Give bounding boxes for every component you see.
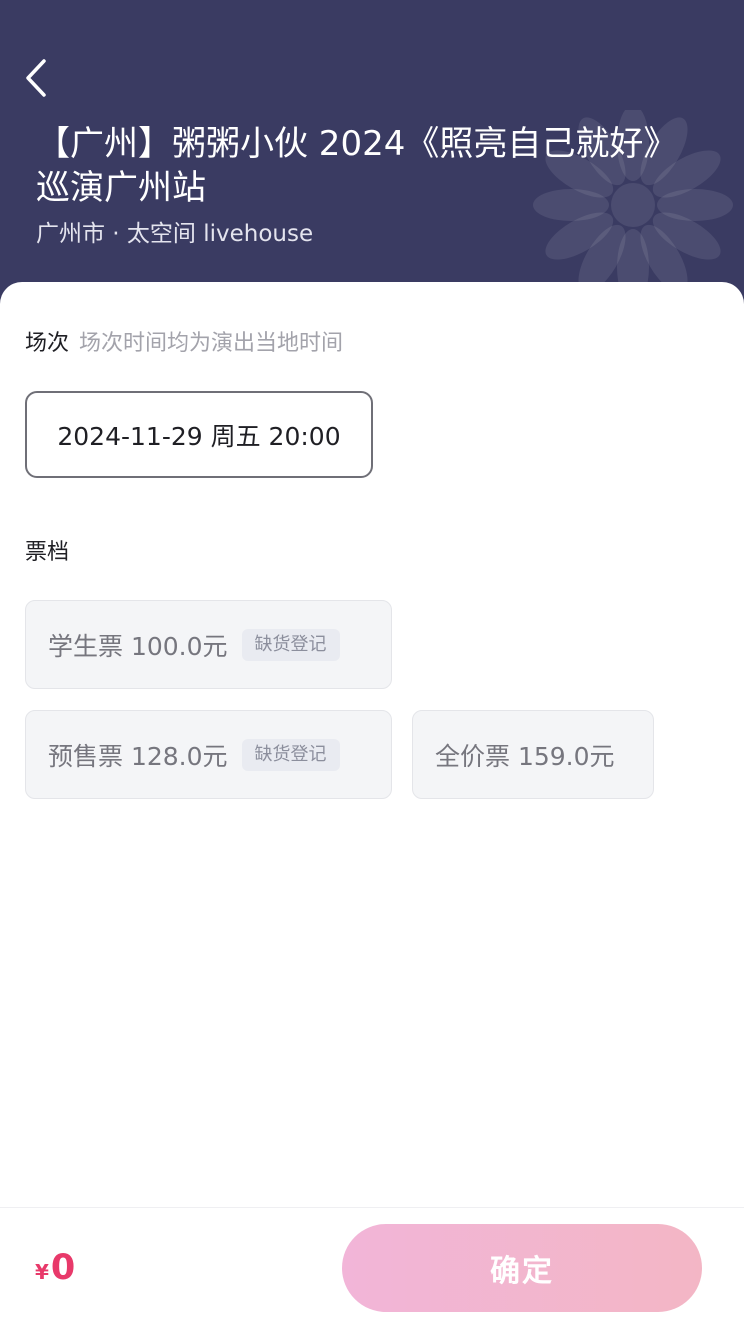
ticket-option-student[interactable]: 学生票 100.0元 缺货登记 [25, 600, 392, 689]
ticket-label: 预售票 128.0元 [48, 741, 228, 771]
session-hint: 场次时间均为演出当地时间 [79, 331, 344, 356]
ticket-label: 学生票 100.0元 [48, 631, 228, 661]
total-amount: 0 [50, 1248, 76, 1288]
waitlist-badge: 缺货登记 [241, 738, 340, 771]
event-header: 【广州】粥粥小伙 2024《照亮自己就好》巡演广州站 广州市 · 太空间 liv… [0, 0, 744, 320]
event-title: 【广州】粥粥小伙 2024《照亮自己就好》巡演广州站 [36, 124, 661, 208]
event-location: 广州市 · 太空间 livehouse [36, 221, 314, 247]
tier-section-header: 票档 [25, 538, 69, 568]
back-button[interactable] [14, 52, 58, 104]
session-title: 场次 [25, 331, 70, 356]
ticket-option-full-price[interactable]: 全价票 159.0元 [412, 710, 654, 799]
chevron-left-icon [26, 59, 46, 97]
session-section-header: 场次 场次时间均为演出当地时间 [25, 329, 343, 359]
confirm-button[interactable]: 确定 [342, 1224, 702, 1312]
ticket-option-presale[interactable]: 预售票 128.0元 缺货登记 [25, 710, 392, 799]
total-price: ¥ 0 [35, 1248, 75, 1288]
checkout-bar: ¥ 0 确定 [0, 1207, 744, 1327]
currency-symbol: ¥ [35, 1260, 49, 1284]
waitlist-badge: 缺货登记 [241, 628, 340, 661]
ticket-label: 全价票 159.0元 [435, 741, 615, 771]
session-option[interactable]: 2024-11-29 周五 20:00 [25, 391, 373, 478]
tier-title: 票档 [25, 540, 70, 565]
